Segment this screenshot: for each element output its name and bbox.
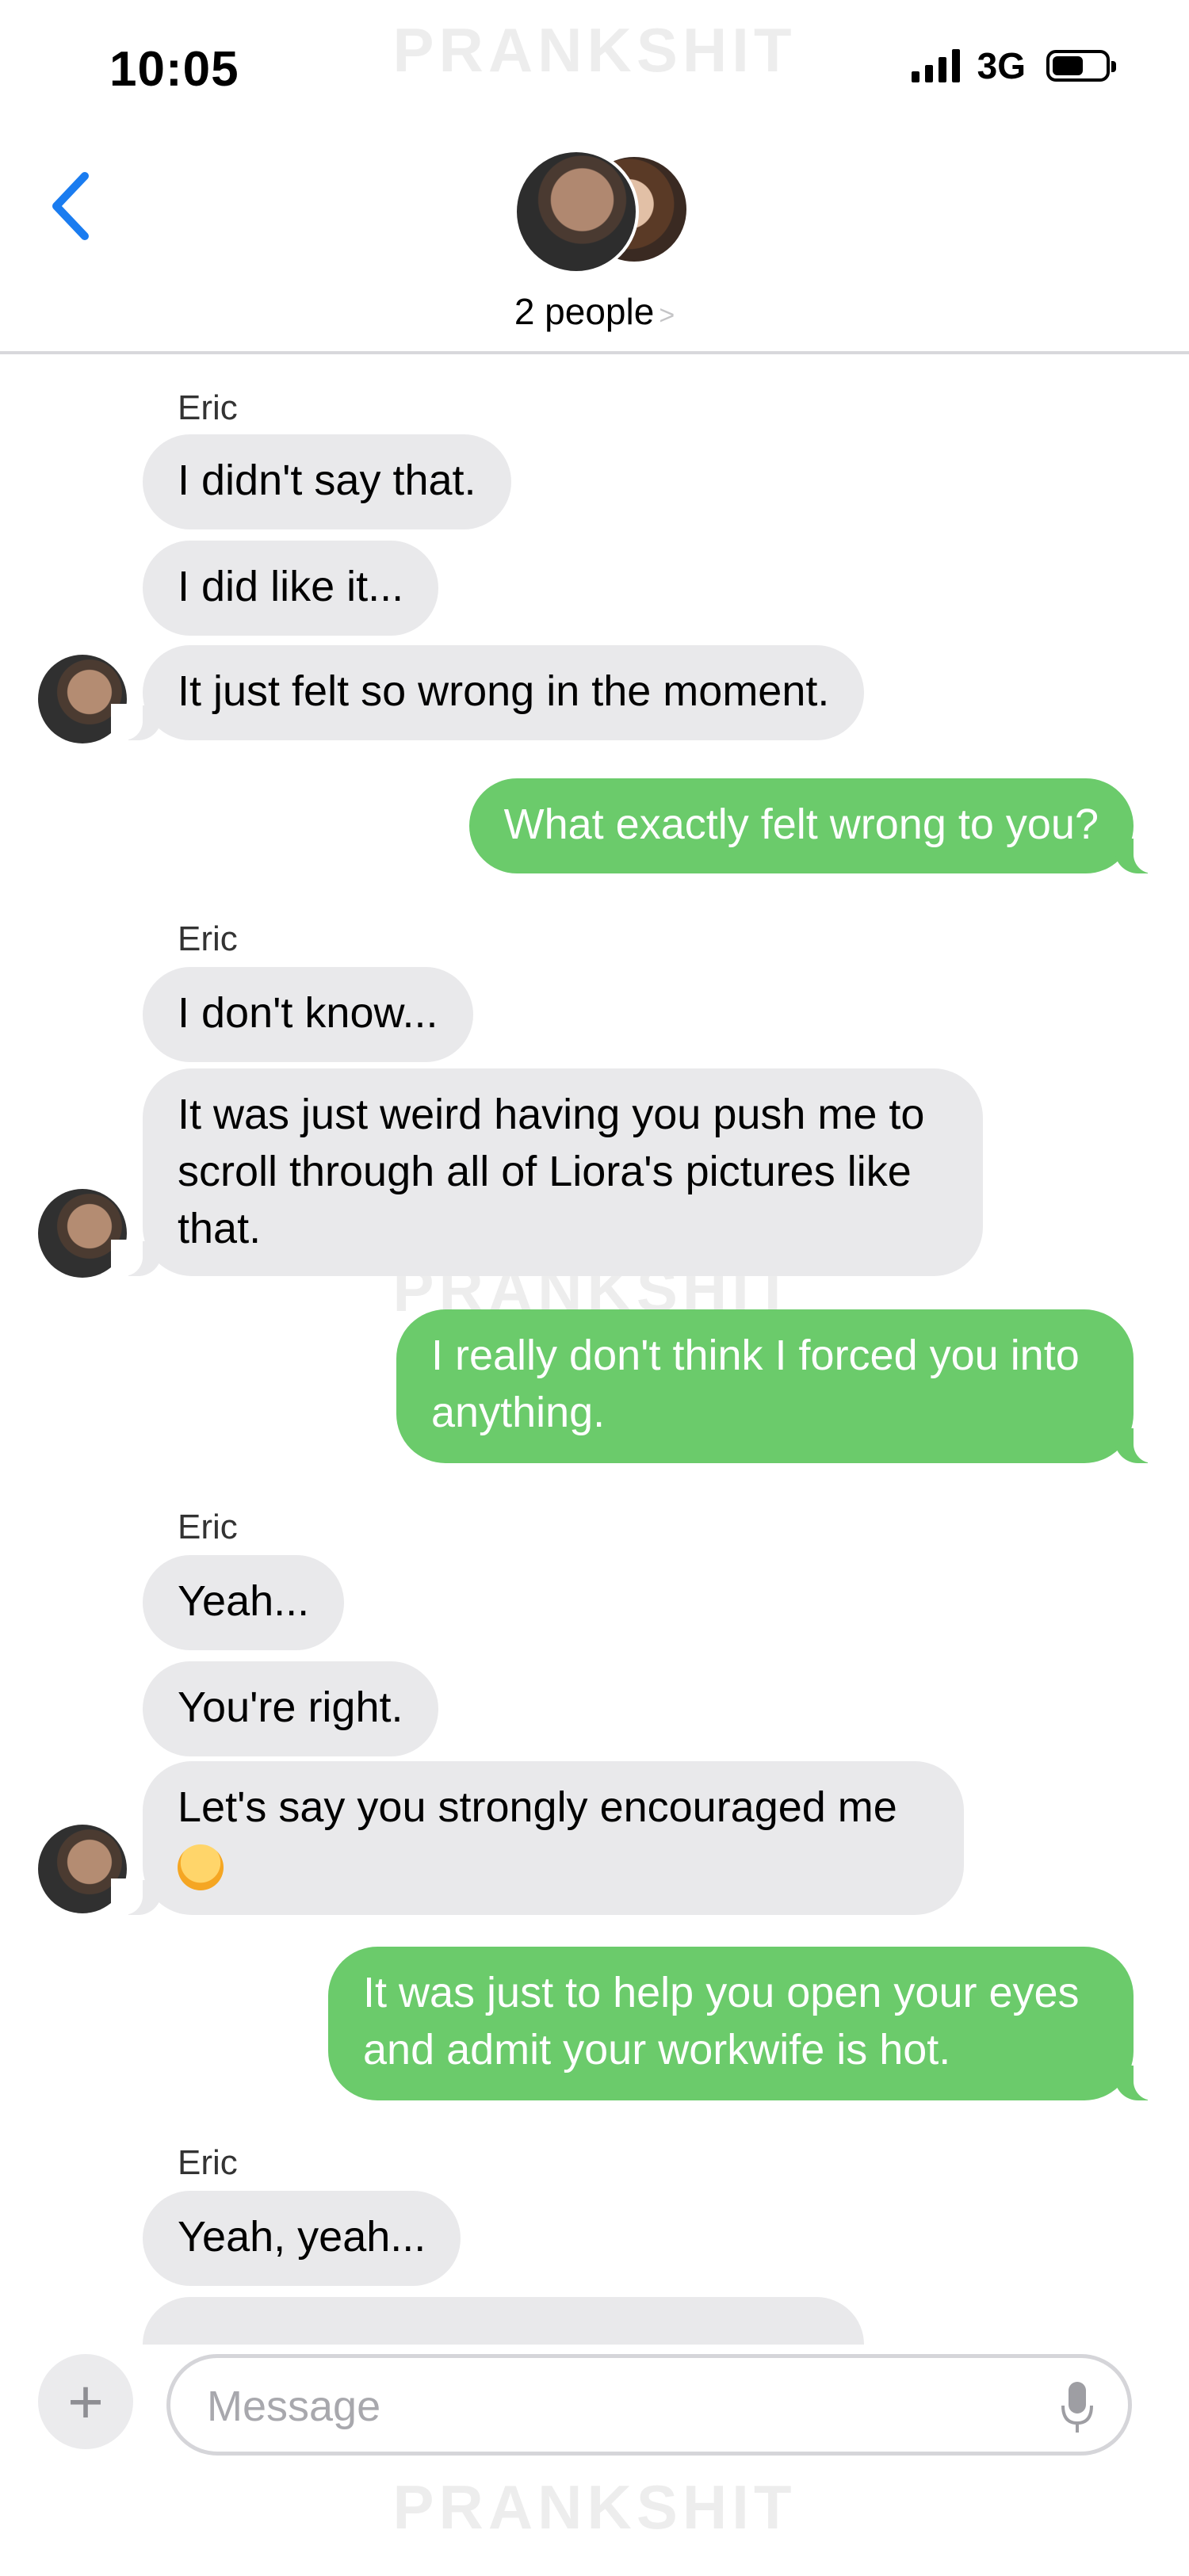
battery-icon xyxy=(1046,50,1116,82)
message-bubble-outgoing[interactable]: I really don't think I forced you into a… xyxy=(396,1309,1165,1463)
signal-icon xyxy=(911,49,960,82)
mic-icon[interactable] xyxy=(1060,2380,1095,2436)
sender-name: Eric xyxy=(178,919,238,958)
sender-name: Eric xyxy=(178,2143,238,2182)
message-bubble-incoming[interactable]: Yeah... xyxy=(143,1555,345,1650)
grinning-sweat-face-icon xyxy=(178,1844,224,1890)
plus-icon: + xyxy=(67,2366,104,2436)
header-divider xyxy=(0,351,1189,354)
message-bubble-incoming[interactable]: Yeah, yeah... xyxy=(143,2191,461,2286)
message-line: Let's say you strongly encouraged me xyxy=(178,1783,897,1831)
message-line: It was just weird having you push me to xyxy=(178,1091,925,1138)
message-line: and admit your workwife is hot. xyxy=(363,2026,951,2073)
network-type: 3G xyxy=(977,45,1026,86)
chevron-right-icon: > xyxy=(659,300,675,331)
message-bubble-incoming[interactable]: I don't know... xyxy=(143,967,473,1062)
message-composer[interactable] xyxy=(166,2354,1132,2456)
plus-button[interactable]: + xyxy=(38,2354,133,2449)
message-line: that. xyxy=(178,1205,262,1252)
back-chevron-icon[interactable] xyxy=(44,166,99,246)
message-line: scroll through all of Liora's pictures l… xyxy=(178,1148,912,1195)
message-bubble-outgoing[interactable]: It was just to help you open your eyes a… xyxy=(328,1947,1165,2100)
message-bubble-incoming[interactable]: Let's say you strongly encouraged me xyxy=(111,1761,964,1915)
messages-screen: 10:05 3G PRANKSHIT 2 people > Eric I didn… xyxy=(0,0,1189,2576)
message-bubble-outgoing[interactable]: What exactly felt wrong to you? xyxy=(468,778,1166,873)
message-line: I really don't think I forced you into xyxy=(431,1332,1080,1379)
sender-name: Eric xyxy=(178,1508,238,1546)
status-indicators: 3G xyxy=(911,44,1116,87)
status-time: 10:05 xyxy=(109,42,239,97)
message-bubble-incoming[interactable]: You're right. xyxy=(143,1661,438,1756)
message-bubble-incoming[interactable]: I didn't say that. xyxy=(143,434,511,529)
message-line: It was just to help you open your eyes xyxy=(363,1969,1080,2016)
message-line: anything. xyxy=(431,1389,606,1436)
group-title[interactable]: 2 people > xyxy=(0,290,1189,333)
message-bubble-incoming[interactable]: I did like it... xyxy=(143,541,439,636)
message-bubble-incoming[interactable]: It just felt so wrong in the moment. xyxy=(110,645,865,740)
group-avatars[interactable] xyxy=(514,149,690,274)
message-bubble-incoming[interactable]: It was just weird having you push me to … xyxy=(111,1068,983,1276)
sender-name: Eric xyxy=(178,388,238,427)
message-input[interactable] xyxy=(205,2374,1001,2439)
group-label-text: 2 people xyxy=(514,291,655,332)
avatar-eric xyxy=(514,149,639,274)
